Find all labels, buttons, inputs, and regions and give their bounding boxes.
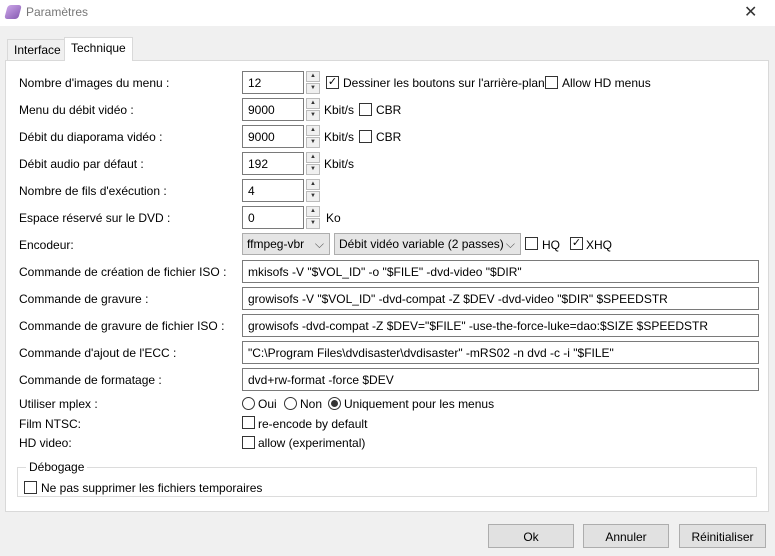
unit-label: Kbit/s	[324, 103, 355, 117]
mplex-oui-radio[interactable]	[242, 397, 255, 410]
hd-menus-checkbox[interactable]	[545, 76, 558, 89]
xhq-label: XHQ	[586, 238, 613, 252]
mplex-label: Utiliser mplex :	[19, 397, 98, 411]
app-icon	[4, 5, 22, 19]
ntsc-label: Film NTSC:	[19, 417, 81, 431]
threads-spinbox[interactable]: 4	[242, 179, 304, 202]
encoder-select[interactable]: ffmpeg-vbr ⌵	[242, 233, 330, 255]
chevron-down-icon: ⌵	[314, 237, 324, 251]
title-bar: Paramètres ✕	[0, 0, 775, 26]
ok-button[interactable]: Ok	[488, 524, 574, 548]
ecc-command-input[interactable]: "C:\Program Files\dvdisaster\dvdisaster"…	[242, 341, 759, 364]
reserved-spinbox[interactable]: 0	[242, 206, 304, 229]
menu-cbr-checkbox[interactable]	[359, 103, 372, 116]
menu-bitrate-spinbox[interactable]: 9000	[242, 98, 304, 121]
menu-bitrate-label: Menu du débit vidéo :	[19, 103, 134, 117]
unit-label: Kbit/s	[324, 130, 355, 144]
reserved-label: Espace réservé sur le DVD :	[19, 211, 171, 225]
menu-images-label: Nombre d'images du menu :	[19, 76, 170, 90]
mode-value: Débit vidéo variable (2 passes)	[339, 237, 504, 251]
hd-video-label: HD video:	[19, 436, 72, 450]
audio-bitrate-spinbox[interactable]: 192	[242, 152, 304, 175]
keep-temp-files-label: Ne pas supprimer les fichiers temporaire…	[41, 481, 263, 495]
mode-select[interactable]: Débit vidéo variable (2 passes) ⌵	[334, 233, 521, 255]
threads-label: Nombre de fils d'exécution :	[19, 184, 167, 198]
close-icon[interactable]: ✕	[744, 2, 757, 22]
slideshow-cbr-checkbox[interactable]	[359, 130, 372, 143]
hq-checkbox[interactable]	[525, 237, 538, 250]
mplex-oui-label: Oui	[258, 397, 277, 411]
hd-menus-label: Allow HD menus	[562, 76, 651, 90]
mplex-non-label: Non	[300, 397, 323, 411]
unit-label: Kbit/s	[324, 157, 355, 171]
format-command-label: Commande de formatage :	[19, 373, 162, 387]
encoder-label: Encodeur:	[19, 238, 74, 252]
spin-arrows[interactable]: ▲ ▼	[306, 125, 320, 148]
mplex-menus-label: Uniquement pour les menus	[344, 397, 495, 411]
hd-allow-checkbox[interactable]	[242, 436, 255, 449]
mplex-menus-radio[interactable]	[328, 397, 341, 410]
burn-iso-command-label: Commande de gravure de fichier ISO :	[19, 319, 225, 333]
tab-technique[interactable]: Technique	[64, 37, 133, 61]
audio-bitrate-label: Débit audio par défaut :	[19, 157, 144, 171]
tab-interface[interactable]: Interface	[7, 39, 68, 61]
cancel-button[interactable]: Annuler	[583, 524, 669, 548]
menu-images-spinbox[interactable]: 12	[242, 71, 304, 94]
reset-button[interactable]: Réinitialiser	[679, 524, 766, 548]
tab-panel	[5, 60, 769, 512]
burn-command-input[interactable]: growisofs -V "$VOL_ID" -dvd-compat -Z $D…	[242, 287, 759, 310]
encoder-value: ffmpeg-vbr	[247, 237, 305, 251]
spin-arrows[interactable]: ▲ ▼	[306, 152, 320, 175]
slideshow-bitrate-spinbox[interactable]: 9000	[242, 125, 304, 148]
cbr-label: CBR	[376, 130, 402, 144]
iso-command-input[interactable]: mkisofs -V "$VOL_ID" -o "$FILE" -dvd-vid…	[242, 260, 759, 283]
debug-group-title: Débogage	[26, 460, 88, 474]
draw-buttons-checkbox[interactable]: ✓	[326, 76, 339, 89]
mplex-non-radio[interactable]	[284, 397, 297, 410]
burn-command-label: Commande de gravure :	[19, 292, 149, 306]
burn-iso-command-input[interactable]: growisofs -dvd-compat -Z $DEV="$FILE" -u…	[242, 314, 759, 337]
slideshow-bitrate-label: Débit du diaporama vidéo :	[19, 130, 163, 144]
iso-command-label: Commande de création de fichier ISO :	[19, 265, 227, 279]
ntsc-reencode-checkbox[interactable]	[242, 416, 255, 429]
keep-temp-files-checkbox[interactable]	[24, 481, 37, 494]
cbr-label: CBR	[376, 103, 402, 117]
window-title: Paramètres	[26, 5, 89, 19]
spin-arrows[interactable]: ▲ ▼	[306, 98, 320, 121]
hq-label: HQ	[542, 238, 560, 252]
ecc-command-label: Commande d'ajout de l'ECC :	[19, 346, 177, 360]
chevron-down-icon: ⌵	[505, 237, 515, 251]
hd-allow-label: allow (experimental)	[258, 436, 366, 450]
spin-arrows[interactable]: ▲ ▼	[306, 71, 320, 94]
draw-buttons-label: Dessiner les boutons sur l'arrière-plan	[343, 76, 545, 90]
ntsc-reencode-label: re-encode by default	[258, 417, 368, 431]
spin-arrows[interactable]: ▲ ▼	[306, 179, 320, 202]
unit-label: Ko	[326, 211, 341, 225]
format-command-input[interactable]: dvd+rw-format -force $DEV	[242, 368, 759, 391]
xhq-checkbox[interactable]: ✓	[570, 237, 583, 250]
spin-arrows[interactable]: ▲ ▼	[306, 206, 320, 229]
